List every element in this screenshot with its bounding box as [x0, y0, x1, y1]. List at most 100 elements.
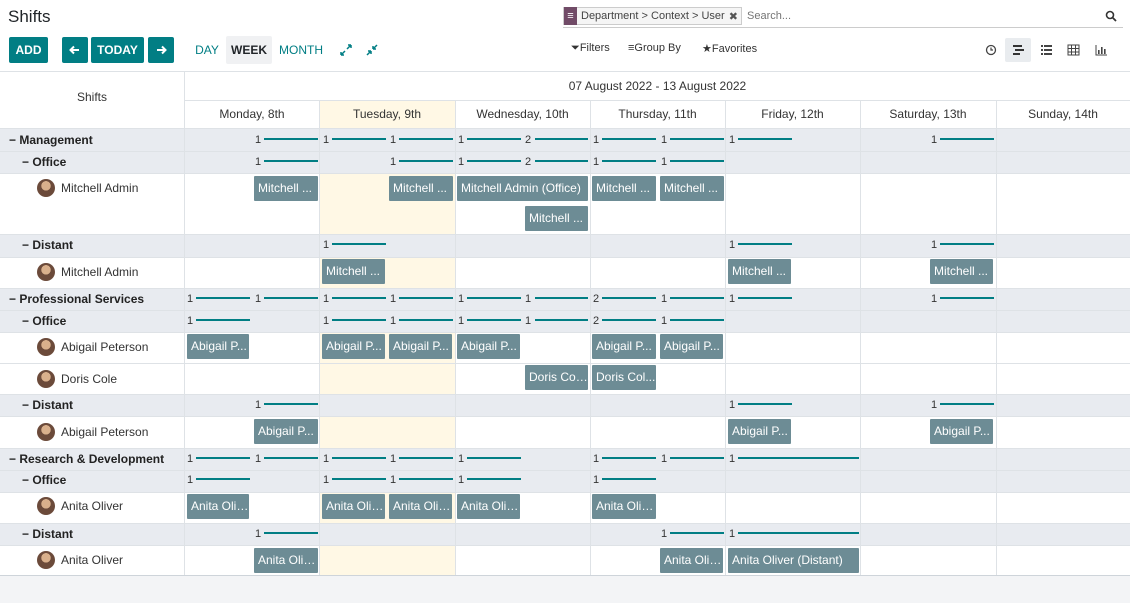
shift-pill[interactable]: Abigail P...	[457, 334, 520, 359]
count-bar	[738, 243, 792, 245]
shift-pill[interactable]: Mitchell ...	[254, 176, 318, 201]
group-rd-office[interactable]: − Office	[22, 473, 66, 487]
collapse-rows-icon[interactable]	[364, 42, 380, 58]
scale-day-button[interactable]: DAY	[191, 36, 223, 64]
count-bar	[602, 457, 656, 459]
view-list-button[interactable]	[1033, 38, 1059, 62]
shift-count: 1	[661, 134, 668, 146]
count-bar	[602, 478, 656, 480]
shift-pill[interactable]: Anita Oliv...	[660, 548, 723, 573]
shift-pill[interactable]: Mitchell Admin (Office)	[457, 176, 588, 201]
row-mitchell-admin-distant: Mitchell Admin	[37, 263, 138, 281]
shift-count: 1	[661, 528, 668, 540]
shift-count: 1	[390, 156, 397, 168]
shift-pill[interactable]: Abigail P...	[930, 419, 993, 444]
shift-pill[interactable]: Mitchell ...	[728, 259, 791, 284]
day-header-monday: Monday, 8th	[219, 107, 285, 121]
shift-count: 1	[931, 239, 938, 251]
shift-pill[interactable]: Anita Oliv...	[457, 494, 520, 519]
previous-button[interactable]	[62, 37, 88, 63]
count-bar	[196, 457, 250, 459]
avatar	[37, 497, 55, 515]
count-bar	[738, 457, 859, 459]
group-rd-distant[interactable]: − Distant	[22, 527, 73, 541]
favorites-button[interactable]: ★Favorites	[702, 42, 757, 55]
search-icon[interactable]	[1104, 9, 1118, 23]
shift-pill[interactable]: Mitchell ...	[660, 176, 724, 201]
shift-pill[interactable]: Anita Oliver (Distant)	[728, 548, 859, 573]
shift-pill[interactable]: Abigail P...	[187, 334, 249, 359]
shift-pill[interactable]: Abigail P...	[389, 334, 452, 359]
search-input[interactable]	[747, 7, 1102, 25]
count-bar	[467, 138, 521, 140]
arrow-right-icon	[157, 45, 167, 55]
expand-rows-icon[interactable]	[338, 42, 354, 58]
group-research-development[interactable]: − Research & Development	[9, 452, 164, 466]
avatar	[37, 423, 55, 441]
shift-pill[interactable]: Abigail P...	[660, 334, 723, 359]
row-abigail-peterson-distant: Abigail Peterson	[37, 423, 148, 441]
next-button[interactable]	[148, 37, 174, 63]
count-bar	[399, 160, 453, 162]
count-bar	[332, 297, 386, 299]
count-bar	[535, 319, 588, 321]
count-bar	[264, 457, 318, 459]
count-bar	[738, 297, 792, 299]
shift-count: 1	[187, 453, 194, 465]
shift-pill[interactable]: Anita Oliv...	[592, 494, 656, 519]
count-bar	[670, 138, 724, 140]
shift-pill[interactable]: Mitchell ...	[930, 259, 993, 284]
shift-count: 1	[525, 293, 532, 305]
count-bar	[602, 138, 656, 140]
count-bar	[738, 403, 792, 405]
shift-pill[interactable]: Anita Oliv...	[389, 494, 452, 519]
group-management-office[interactable]: − Office	[22, 155, 66, 169]
avatar	[37, 370, 55, 388]
scale-week-button[interactable]: WEEK	[226, 36, 272, 64]
shift-pill[interactable]: Mitchell ...	[322, 259, 385, 284]
group-ps-distant[interactable]: − Distant	[22, 398, 73, 412]
groupby-button[interactable]: ≡Group By	[628, 42, 681, 54]
count-bar	[196, 478, 250, 480]
shift-count: 1	[729, 134, 736, 146]
count-bar	[264, 297, 318, 299]
scale-month-button[interactable]: MONTH	[276, 36, 326, 64]
group-ps-office[interactable]: − Office	[22, 314, 66, 328]
shift-count: 1	[661, 315, 668, 327]
shift-count: 1	[255, 293, 262, 305]
filters-button[interactable]: ⏷Filters	[571, 42, 610, 55]
shift-pill[interactable]: Mitchell ...	[389, 176, 453, 201]
shift-pill[interactable]: Mitchell ...	[592, 176, 656, 201]
shift-pill[interactable]: Abigail P...	[322, 334, 385, 359]
day-header-saturday: Saturday, 13th	[889, 107, 967, 121]
shift-count: 1	[323, 315, 330, 327]
remove-facet-icon[interactable]: ✖	[729, 10, 741, 23]
avatar	[37, 263, 55, 281]
group-management[interactable]: − Management	[9, 133, 93, 147]
shift-pill[interactable]: Doris Col...	[525, 365, 588, 390]
shift-pill[interactable]: Anita Oliv...	[254, 548, 318, 573]
count-bar	[940, 243, 994, 245]
view-graph-button[interactable]	[1088, 38, 1114, 62]
shift-pill[interactable]: Abigail P...	[728, 419, 791, 444]
shift-pill[interactable]: Anita Oliv...	[187, 494, 249, 519]
group-management-distant[interactable]: − Distant	[22, 238, 73, 252]
view-activity-button[interactable]	[978, 38, 1004, 62]
shift-count: 1	[729, 528, 736, 540]
view-gantt-button[interactable]	[1005, 38, 1031, 62]
add-button[interactable]: ADD	[9, 37, 48, 63]
shift-pill[interactable]: Abigail P...	[592, 334, 656, 359]
search-facet: ≡ Department > Context > User ✖	[563, 7, 742, 25]
today-button[interactable]: TODAY	[91, 37, 144, 63]
count-bar	[332, 457, 386, 459]
count-bar	[602, 297, 656, 299]
shift-pill[interactable]: Doris Col...	[592, 365, 656, 390]
gantt-row-header: Shifts	[76, 90, 107, 104]
shift-pill[interactable]: Anita Oliv...	[322, 494, 385, 519]
shift-count: 1	[458, 453, 465, 465]
group-professional-services[interactable]: − Professional Services	[9, 292, 144, 306]
view-pivot-button[interactable]	[1060, 38, 1086, 62]
shift-pill[interactable]: Mitchell ...	[525, 206, 588, 231]
shift-pill[interactable]: Abigail P...	[254, 419, 318, 444]
count-bar	[332, 138, 386, 140]
